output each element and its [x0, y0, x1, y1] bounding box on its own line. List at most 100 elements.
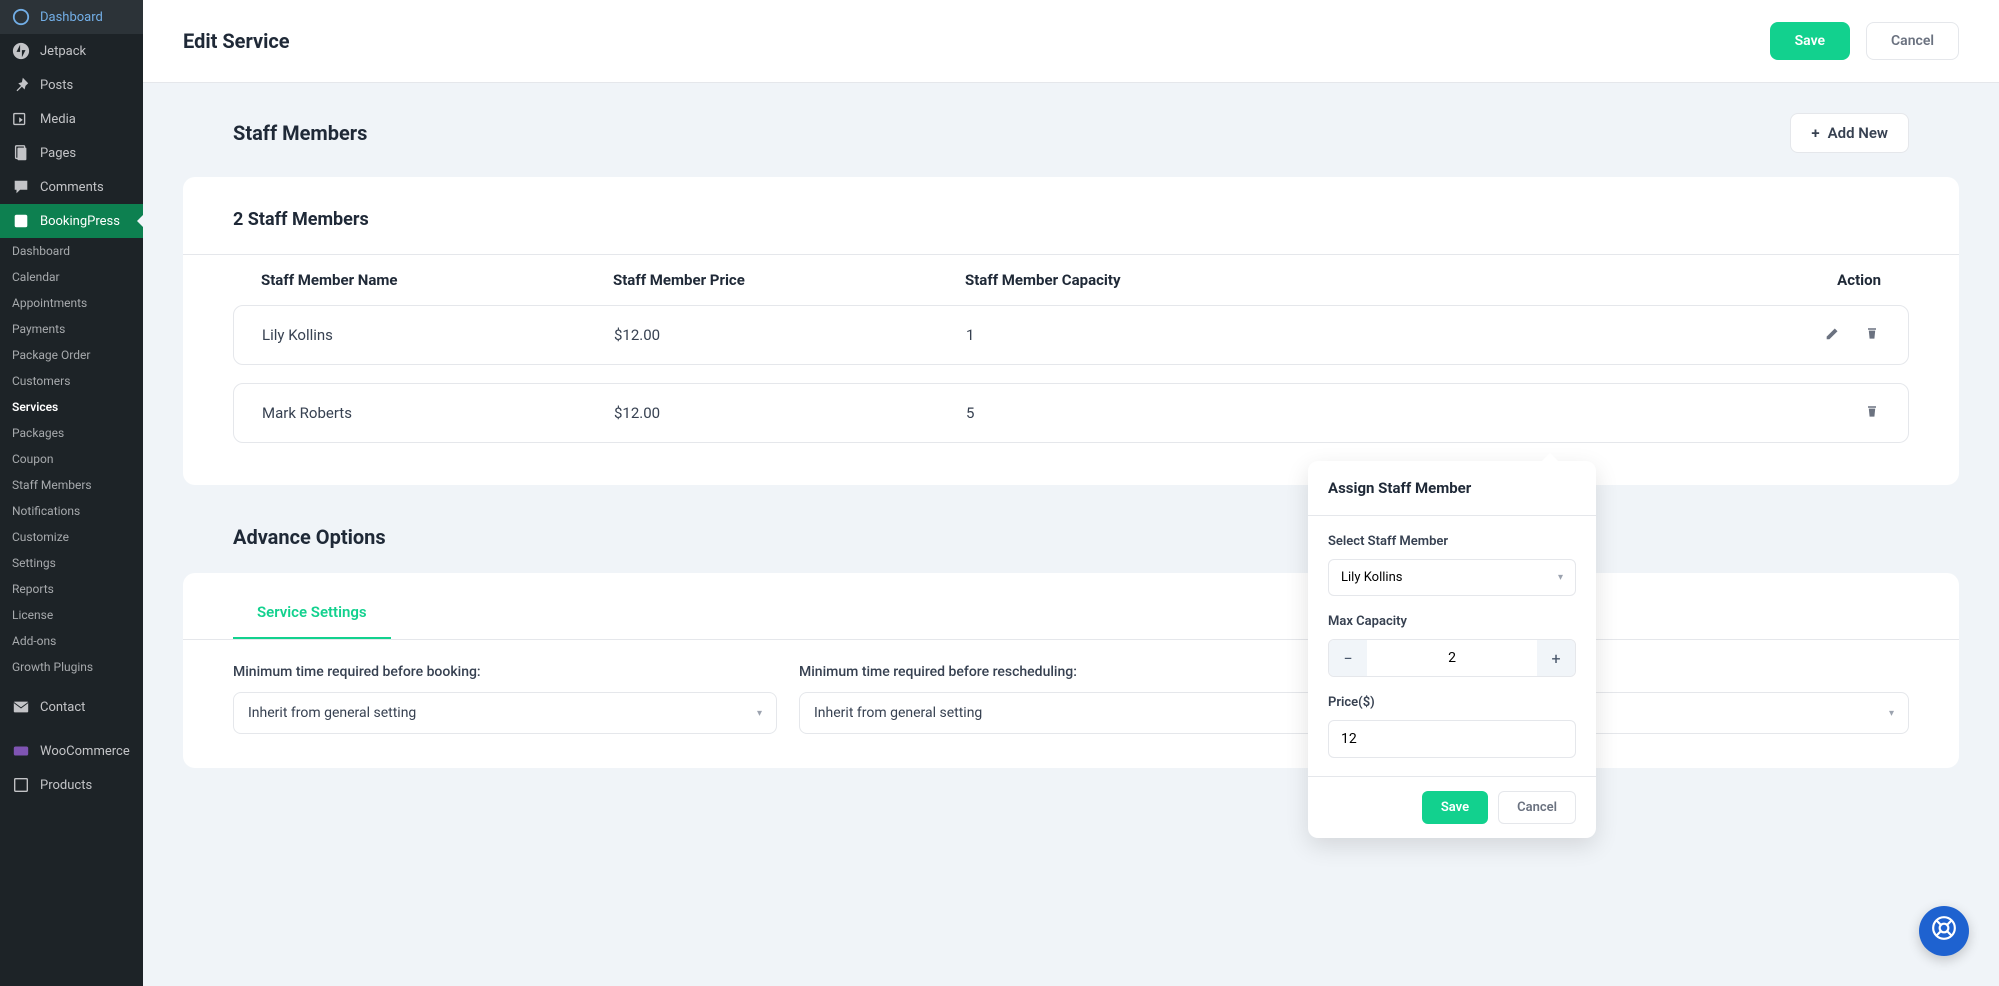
help-fab[interactable] — [1919, 906, 1969, 956]
lifebuoy-icon — [1931, 915, 1957, 947]
sidebar-item-media[interactable]: Media — [0, 102, 143, 136]
chevron-down-icon: ▾ — [757, 708, 762, 719]
col-action: Action — [1761, 271, 1881, 289]
price-input[interactable] — [1328, 720, 1576, 758]
table-row: Lily Kollins $12.00 1 — [233, 305, 1909, 365]
sidebar-label: Products — [40, 778, 92, 793]
cell-cap: 5 — [966, 404, 1760, 422]
cell-name: Mark Roberts — [262, 404, 614, 422]
popover-title: Assign Staff Member — [1308, 461, 1596, 516]
stepper-decrement[interactable]: − — [1329, 640, 1367, 676]
sub-appointments[interactable]: Appointments — [0, 290, 143, 316]
sidebar-label: WooCommerce — [40, 744, 130, 759]
sub-growth-plugins[interactable]: Growth Plugins — [0, 654, 143, 680]
content: Staff Members + Add New 2 Staff Members … — [143, 83, 1999, 798]
select-min-booking[interactable]: Inherit from general setting ▾ — [233, 692, 777, 734]
select-staff-value: Lily Kollins — [1341, 570, 1402, 585]
sub-settings[interactable]: Settings — [0, 550, 143, 576]
field-label: Minimum time required before booking: — [233, 664, 777, 680]
sidebar-label: Comments — [40, 180, 104, 195]
sub-services[interactable]: Services — [0, 394, 143, 420]
select-staff-dropdown[interactable]: Lily Kollins ▾ — [1328, 559, 1576, 596]
sub-payments[interactable]: Payments — [0, 316, 143, 342]
col-cap: Staff Member Capacity — [965, 271, 1761, 289]
sidebar-item-contact[interactable]: Contact — [0, 690, 143, 724]
booking-icon — [12, 212, 30, 230]
cancel-button[interactable]: Cancel — [1866, 22, 1959, 60]
jetpack-icon — [12, 42, 30, 60]
comments-icon — [12, 178, 30, 196]
media-icon — [12, 110, 30, 128]
email-icon — [12, 698, 30, 716]
main-area: Edit Service Save Cancel Staff Members +… — [143, 0, 1999, 986]
dashboard-icon — [12, 8, 30, 26]
sub-package-order[interactable]: Package Order — [0, 342, 143, 368]
delete-icon[interactable] — [1864, 402, 1880, 424]
select-value: Inherit from general setting — [248, 705, 416, 721]
sidebar-item-products[interactable]: Products — [0, 768, 143, 802]
stepper-value: 2 — [1367, 640, 1537, 676]
save-button[interactable]: Save — [1770, 22, 1850, 60]
sub-dashboard[interactable]: Dashboard — [0, 238, 143, 264]
delete-icon[interactable] — [1864, 324, 1880, 346]
popover-cancel-button[interactable]: Cancel — [1498, 791, 1576, 824]
sub-customize[interactable]: Customize — [0, 524, 143, 550]
sidebar-label: BookingPress — [40, 214, 120, 229]
sidebar-label: Posts — [40, 78, 73, 93]
select-staff-label: Select Staff Member — [1328, 534, 1576, 549]
sidebar-label: Jetpack — [40, 44, 86, 59]
pages-icon — [12, 144, 30, 162]
staff-section-title: Staff Members — [233, 121, 367, 145]
sub-packages[interactable]: Packages — [0, 420, 143, 446]
plus-icon: + — [1811, 124, 1819, 142]
advance-card: Service Settings Minimum time required b… — [183, 573, 1959, 768]
tab-service-settings[interactable]: Service Settings — [233, 593, 391, 639]
sidebar-item-dashboard[interactable]: Dashboard — [0, 0, 143, 34]
woo-icon — [12, 742, 30, 760]
sidebar-item-pages[interactable]: Pages — [0, 136, 143, 170]
cell-price: $12.00 — [614, 404, 966, 422]
sidebar-item-jetpack[interactable]: Jetpack — [0, 34, 143, 68]
sub-staff-members[interactable]: Staff Members — [0, 472, 143, 498]
select-value: Inherit from general setting — [814, 705, 982, 721]
field-label: Minimum time required before reschedulin… — [799, 664, 1343, 680]
sidebar-item-woocommerce[interactable]: WooCommerce — [0, 734, 143, 768]
sub-calendar[interactable]: Calendar — [0, 264, 143, 290]
sidebar-item-bookingpress[interactable]: BookingPress — [0, 204, 143, 238]
table-row: Mark Roberts $12.00 5 — [233, 383, 1909, 443]
chevron-down-icon: ▾ — [1558, 572, 1563, 583]
capacity-stepper: − 2 + — [1328, 639, 1576, 677]
sidebar-label: Pages — [40, 146, 76, 161]
sidebar-label: Contact — [40, 700, 85, 715]
cell-cap: 1 — [966, 326, 1760, 344]
sub-notifications[interactable]: Notifications — [0, 498, 143, 524]
col-name: Staff Member Name — [261, 271, 613, 289]
add-new-label: Add New — [1828, 124, 1888, 142]
sidebar-item-posts[interactable]: Posts — [0, 68, 143, 102]
add-new-button[interactable]: + Add New — [1790, 113, 1909, 153]
sub-addons[interactable]: Add-ons — [0, 628, 143, 654]
sub-reports[interactable]: Reports — [0, 576, 143, 602]
sidebar-item-comments[interactable]: Comments — [0, 170, 143, 204]
sidebar-label: Dashboard — [40, 10, 103, 25]
page-title: Edit Service — [183, 29, 290, 53]
topbar: Edit Service Save Cancel — [143, 0, 1999, 83]
products-icon — [12, 776, 30, 794]
sub-customers[interactable]: Customers — [0, 368, 143, 394]
sub-coupon[interactable]: Coupon — [0, 446, 143, 472]
popover-save-button[interactable]: Save — [1422, 791, 1488, 824]
price-label: Price($) — [1328, 695, 1576, 710]
select-min-reschedule[interactable]: Inherit from general setting ▾ — [799, 692, 1343, 734]
staff-count: 2 Staff Members — [183, 201, 1959, 255]
assign-staff-popover: Assign Staff Member Select Staff Member … — [1308, 461, 1596, 838]
stepper-increment[interactable]: + — [1537, 640, 1575, 676]
table-header: Staff Member Name Staff Member Price Sta… — [233, 255, 1909, 305]
max-capacity-label: Max Capacity — [1328, 614, 1576, 629]
col-price: Staff Member Price — [613, 271, 965, 289]
wp-sidebar: Dashboard Jetpack Posts Media Pages Comm… — [0, 0, 143, 986]
advance-title: Advance Options — [183, 525, 1959, 549]
edit-icon[interactable] — [1824, 324, 1842, 346]
sidebar-label: Media — [40, 112, 76, 127]
sub-license[interactable]: License — [0, 602, 143, 628]
pin-icon — [12, 76, 30, 94]
